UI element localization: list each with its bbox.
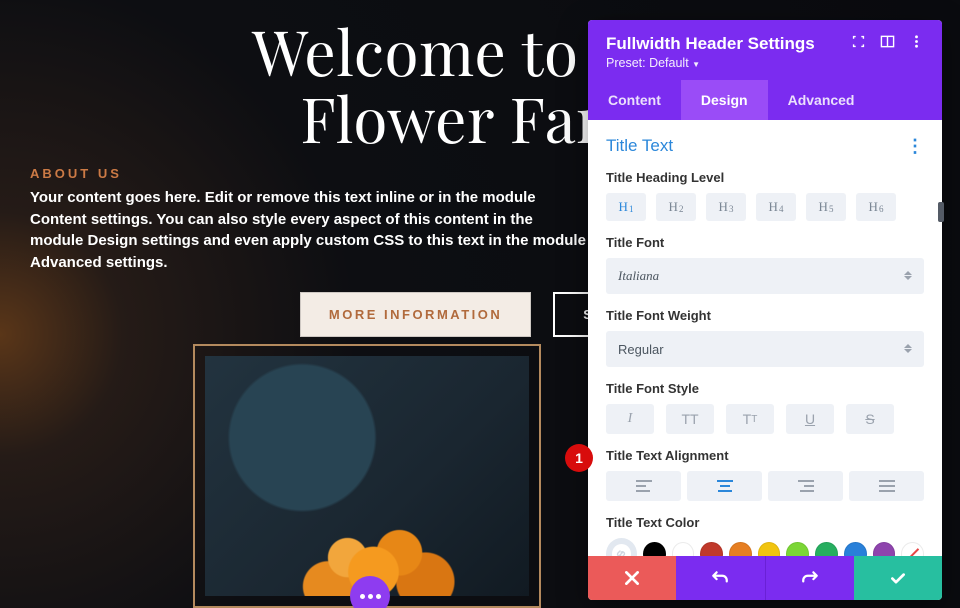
color-blue-swatch[interactable]: [844, 542, 867, 556]
kebab-menu-icon[interactable]: [909, 34, 924, 54]
align-right-button[interactable]: [768, 471, 843, 501]
color-red-swatch[interactable]: [700, 542, 723, 556]
hero-image: [205, 356, 529, 596]
heading-h6-button[interactable]: H6: [856, 193, 896, 221]
tab-content[interactable]: Content: [588, 80, 681, 120]
heading-h5-button[interactable]: H5: [806, 193, 846, 221]
font-select[interactable]: Italiana: [606, 258, 924, 294]
font-style-group: I TT TT U S: [606, 404, 924, 434]
color-green-swatch[interactable]: [815, 542, 838, 556]
label-alignment: Title Text Alignment: [606, 448, 924, 463]
caret-icon: [904, 344, 912, 354]
heading-h1-button[interactable]: H1: [606, 193, 646, 221]
label-text-color: Title Text Color: [606, 515, 924, 530]
section-kebab-icon[interactable]: ⋮: [906, 137, 924, 155]
annotation-1: 1: [565, 444, 593, 472]
module-fab-button[interactable]: [350, 576, 390, 608]
panel-footer: [588, 556, 942, 600]
heading-h2-button[interactable]: H2: [656, 193, 696, 221]
panel-header: Fullwidth Header Settings Preset: Defaul…: [588, 20, 942, 80]
color-black-swatch[interactable]: [643, 542, 666, 556]
cancel-button[interactable]: [588, 556, 676, 600]
underline-button[interactable]: U: [786, 404, 834, 434]
color-lime-swatch[interactable]: [786, 542, 809, 556]
color-orange-swatch[interactable]: [729, 542, 752, 556]
color-purple-swatch[interactable]: [873, 542, 896, 556]
panel-scrubber[interactable]: [938, 202, 944, 222]
more-information-button[interactable]: MORE INFORMATION: [300, 292, 531, 337]
fullscreen-icon[interactable]: [851, 34, 866, 54]
split-view-icon[interactable]: [880, 34, 895, 54]
color-yellow-swatch[interactable]: [758, 542, 781, 556]
redo-icon: [801, 569, 819, 587]
link-icon: [614, 547, 628, 556]
heading-h4-button[interactable]: H4: [756, 193, 796, 221]
color-current-swatch[interactable]: [606, 538, 637, 556]
heading-h3-button[interactable]: H3: [706, 193, 746, 221]
strikethrough-button[interactable]: S: [846, 404, 894, 434]
uppercase-button[interactable]: TT: [666, 404, 714, 434]
color-none-swatch[interactable]: [901, 542, 924, 556]
color-white-swatch[interactable]: [672, 542, 695, 556]
check-icon: [889, 569, 907, 587]
panel-tabs: Content Design Advanced: [588, 80, 942, 120]
align-justify-button[interactable]: [849, 471, 924, 501]
align-left-button[interactable]: [606, 471, 681, 501]
panel-body: Title Text ⋮ Title Heading Level H1 H2 H…: [588, 120, 942, 556]
heading-level-group: H1 H2 H3 H4 H5 H6: [606, 193, 924, 221]
label-style: Title Font Style: [606, 381, 924, 396]
label-weight: Title Font Weight: [606, 308, 924, 323]
close-icon: [623, 569, 641, 587]
preset-selector[interactable]: Preset: Default ▼: [606, 56, 924, 70]
alignment-group: [606, 471, 924, 501]
weight-select[interactable]: Regular: [606, 331, 924, 367]
align-center-button[interactable]: [687, 471, 762, 501]
tab-design[interactable]: Design: [681, 80, 768, 120]
redo-button[interactable]: [765, 556, 854, 600]
about-label: ABOUT US: [30, 166, 590, 181]
italic-button[interactable]: I: [606, 404, 654, 434]
about-body: Your content goes here. Edit or remove t…: [30, 187, 590, 274]
hero-image-frame: [193, 344, 541, 608]
tab-advanced[interactable]: Advanced: [768, 80, 875, 120]
settings-panel: Fullwidth Header Settings Preset: Defaul…: [588, 20, 942, 600]
caret-icon: [904, 271, 912, 281]
color-swatches: [606, 538, 924, 556]
undo-icon: [711, 569, 729, 587]
panel-title: Fullwidth Header Settings: [606, 34, 815, 54]
about-block: ABOUT US Your content goes here. Edit or…: [30, 166, 590, 274]
save-button[interactable]: [854, 556, 942, 600]
section-title-text[interactable]: Title Text ⋮: [606, 136, 924, 156]
smallcaps-button[interactable]: TT: [726, 404, 774, 434]
label-font: Title Font: [606, 235, 924, 250]
label-heading-level: Title Heading Level: [606, 170, 924, 185]
undo-button[interactable]: [676, 556, 764, 600]
